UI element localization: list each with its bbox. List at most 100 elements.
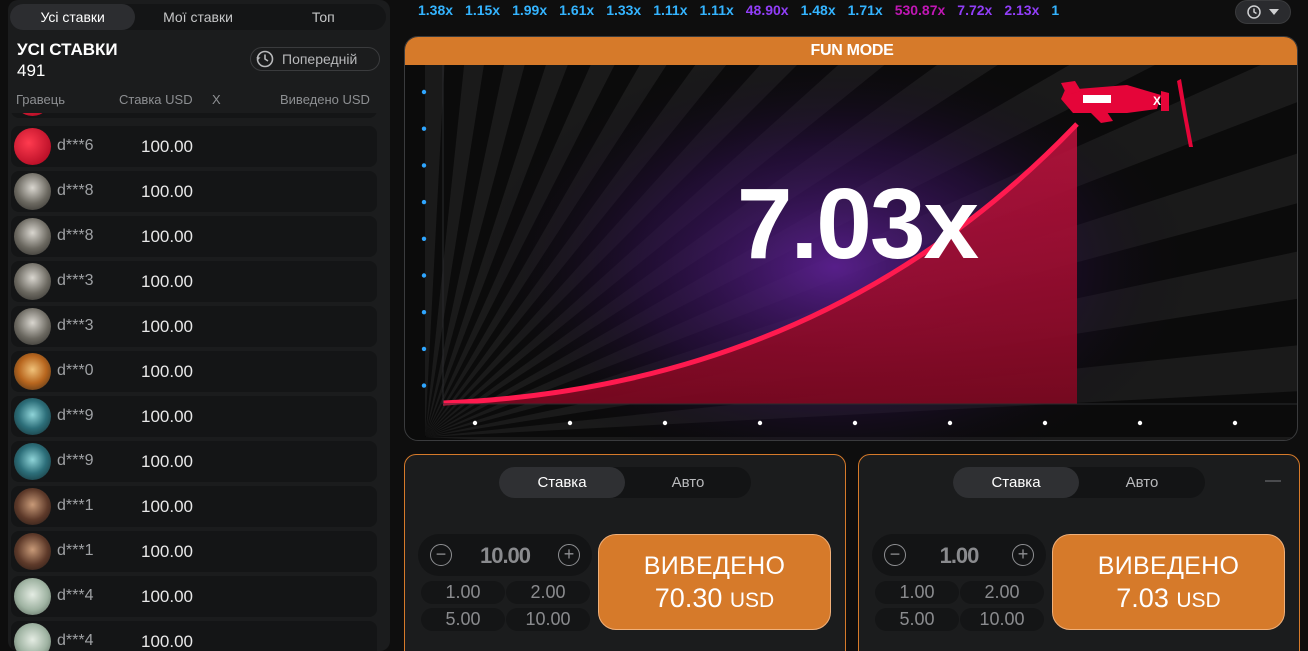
x-axis-dot [947,420,953,426]
col-player: Гравець [16,92,65,107]
bets-tabs: Усі ставки Мої ставки Топ [10,4,386,30]
table-row: d***6 100.00 [11,126,377,167]
history-icon [1247,5,1261,19]
decrease-button[interactable]: − [430,544,452,566]
dice-avatar [14,128,51,165]
cashout-amount: 7.03 USD [1116,583,1221,613]
table-row: d***8 100.00 [11,216,377,257]
hooded-avatar [14,443,51,480]
quick-amount-button[interactable]: 5.00 [421,608,505,631]
table-row [11,113,377,118]
x-axis-dot [757,420,763,426]
bet-amount: 100.00 [141,317,193,336]
history-multiplier: 7.72x [957,2,993,18]
history-multiplier: 1.38x [418,2,454,18]
quick-amount-button[interactable]: 1.00 [875,581,959,604]
history-multiplier: 1.71x [847,2,883,18]
cashout-button[interactable]: ВИВЕДЕНО 7.03 USD [1052,534,1285,630]
decrease-button[interactable]: − [884,544,906,566]
player-name: d***6 [57,137,94,154]
tab-bet[interactable]: Ставка [499,467,625,498]
player-name: d***1 [57,497,94,514]
quick-amount-button[interactable]: 2.00 [960,581,1044,604]
chevron-down-icon [1269,9,1279,15]
y-axis-dot [421,310,427,315]
col-x: X [212,92,221,107]
tab-top[interactable]: Топ [261,4,386,30]
table-row: d***1 100.00 [11,531,377,572]
table-row: d***0 100.00 [11,351,377,392]
cashout-label: ВИВЕДЕНО [643,552,786,580]
money-avatar [14,623,51,651]
cashout-button[interactable]: ВИВЕДЕНО 70.30 USD [598,534,831,630]
quick-amount-button[interactable]: 10.00 [506,608,590,631]
y-axis-dot [421,89,427,95]
player-name: d***4 [57,587,94,604]
table-row: d***9 100.00 [11,396,377,437]
bet-amount: 100.00 [141,227,193,246]
player-name: d***8 [57,227,94,244]
history-multiplier: 530.87x [894,2,946,18]
quick-amount-button[interactable]: 2.00 [506,581,590,604]
y-axis-dot [421,163,427,168]
increase-button[interactable]: + [1012,544,1034,566]
player-name: d***9 [57,407,94,424]
history-multiplier: 1.11x [699,2,734,18]
table-row: d***3 100.00 [11,306,377,347]
previous-round-label: Попередній [282,51,358,67]
bet-amount: 100.00 [141,407,193,426]
game-canvas: X FUN MODE 7.03x [404,36,1298,441]
portrait-avatar [14,488,51,525]
bets-list[interactable]: d***6 100.00 d***8 100.00 d***8 100.00 d***3 10… [8,113,390,651]
history-multiplier: 1.15x [465,2,501,18]
x-axis-dot [1137,420,1143,426]
player-name: d***3 [57,317,94,334]
history-multiplier: 1 [1051,2,1060,18]
tab-all-bets[interactable]: Усі ставки [10,4,136,30]
current-multiplier: 7.03x [736,168,979,280]
x-axis-dot [1232,420,1238,426]
history-multiplier: 48.90x [745,2,789,18]
y-axis-dot [421,346,427,352]
player-name: d***0 [57,362,94,379]
bet-amount: 100.00 [141,587,193,606]
bet-amount: 100.00 [141,542,193,561]
pilot-avatar [14,173,51,210]
history-multiplier: 1.11x [653,2,688,18]
table-row: d***4 100.00 [11,621,377,651]
previous-round-button[interactable]: Попередній [250,47,380,71]
player-name: d***9 [57,452,94,469]
tab-my-bets[interactable]: Мої ставки [135,4,260,30]
table-row: d***4 100.00 [11,576,377,617]
x-axis-dot [567,420,573,426]
quick-amount-button[interactable]: 10.00 [960,608,1044,631]
history-multiplier: 1.48x [800,2,836,18]
history-toggle-button[interactable] [1235,0,1291,24]
player-name: d***3 [57,272,94,289]
portrait-avatar [14,533,51,570]
multiplier-history: 1.38x 1.15x 1.99x 1.61x 1.33x 1.11x 1.11x 48.90… [418,0,1230,22]
table-row: d***3 100.00 [11,261,377,302]
tab-auto[interactable]: Авто [625,467,751,498]
player-name: d***4 [57,632,94,649]
money-avatar [14,578,51,615]
bet-panel-1: Ставка Авто − 10.00 + 1.00 2.00 5.00 10.… [404,454,846,651]
tab-auto[interactable]: Авто [1079,467,1205,498]
y-axis-dot [421,383,427,388]
tab-bet[interactable]: Ставка [953,467,1079,498]
cashout-amount: 70.30 USD [654,583,775,613]
bet-amount-value[interactable]: 10.00 [458,543,552,569]
tiger-avatar [14,353,51,390]
bet-amount: 100.00 [141,137,193,156]
bet-amount-value[interactable]: 1.00 [912,543,1006,569]
svg-text:X: X [1153,94,1161,108]
bet-panel-2: Ставка Авто − 1.00 + 1.00 2.00 5.00 10.0… [858,454,1300,651]
y-axis-dot [421,236,427,241]
quick-amount-button[interactable]: 1.00 [421,581,505,604]
bet-amount: 100.00 [141,497,193,516]
x-axis-dot [472,420,478,426]
increase-button[interactable]: + [558,544,580,566]
remove-panel-button[interactable] [1265,480,1281,482]
quick-amount-button[interactable]: 5.00 [875,608,959,631]
bet-amount: 100.00 [141,362,193,381]
